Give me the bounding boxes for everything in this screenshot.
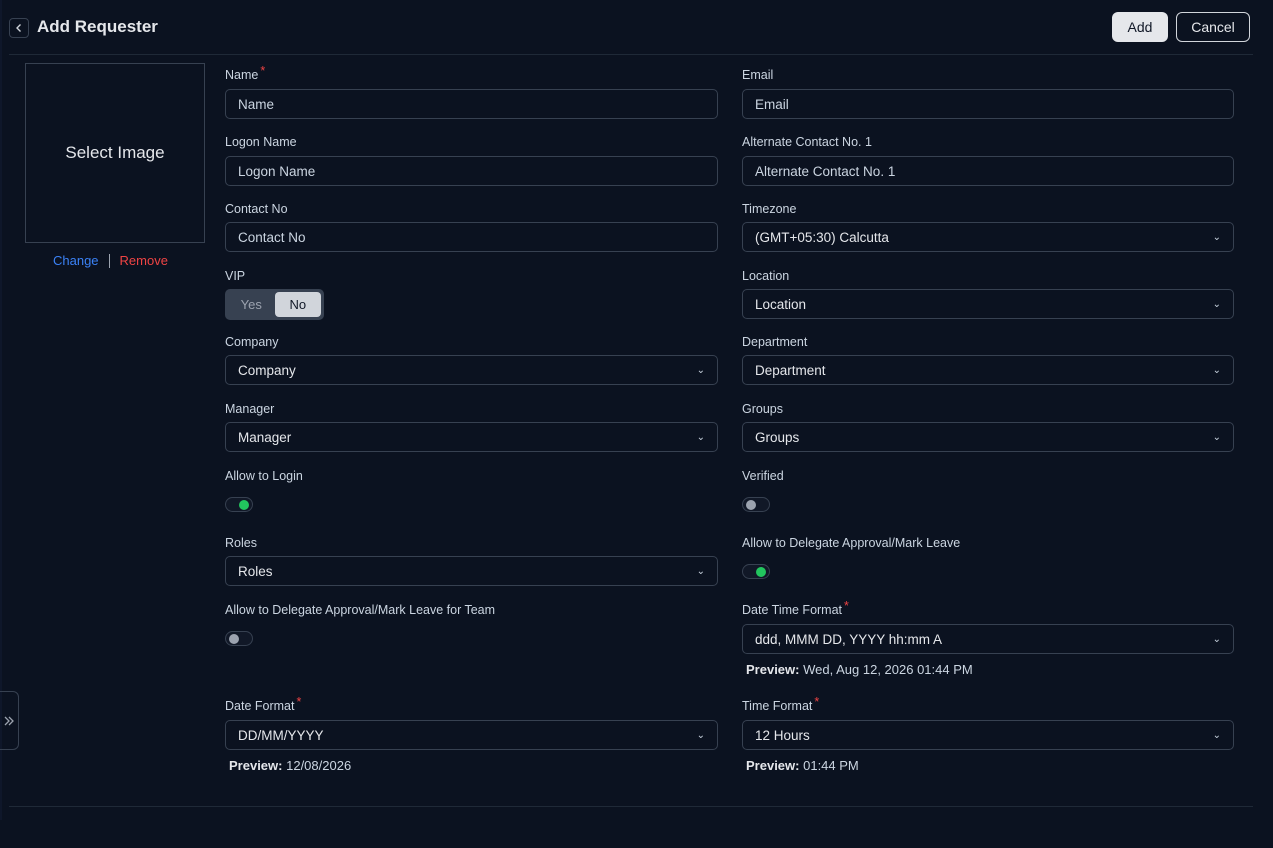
toggle-knob xyxy=(756,567,766,577)
roles-label: Roles xyxy=(225,536,257,550)
datetime-format-label: Date Time Format * xyxy=(742,599,849,617)
date-format-label: Date Format * xyxy=(225,695,302,713)
sidebar-expand-button[interactable] xyxy=(0,691,19,750)
chevron-left-icon xyxy=(16,24,21,32)
chevron-down-icon: ⌄ xyxy=(1212,298,1221,310)
image-actions: Change Remove xyxy=(53,253,168,268)
chevron-down-icon: ⌄ xyxy=(1212,633,1221,645)
delegate-team-label: Allow to Delegate Approval/Mark Leave fo… xyxy=(225,603,496,617)
contact-no-label: Contact No xyxy=(225,202,288,216)
timezone-select[interactable]: (GMT+05:30) Calcutta ⌄ xyxy=(742,222,1234,252)
required-mark: * xyxy=(844,599,849,613)
manager-value: Manager xyxy=(238,429,292,445)
toggle-knob xyxy=(229,634,239,644)
required-mark: * xyxy=(296,695,302,709)
delegate-label: Allow to Delegate Approval/Mark Leave xyxy=(742,536,961,550)
link-separator xyxy=(108,253,110,268)
required-mark: * xyxy=(814,695,820,709)
remove-image-link[interactable]: Remove xyxy=(120,253,168,268)
delegate-toggle[interactable] xyxy=(742,564,770,579)
date-format-select[interactable]: DD/MM/YYYY ⌄ xyxy=(225,720,718,750)
manager-label: Manager xyxy=(225,402,275,416)
select-image-box[interactable]: Select Image xyxy=(25,63,205,243)
logon-name-input[interactable] xyxy=(225,156,718,186)
add-button[interactable]: Add xyxy=(1112,12,1168,42)
footer-divider xyxy=(9,806,1253,807)
department-value: Department xyxy=(755,362,826,378)
groups-label: Groups xyxy=(742,402,783,416)
chevron-down-icon: ⌄ xyxy=(696,431,705,443)
vip-no-option[interactable]: No xyxy=(274,292,321,317)
datetime-format-select[interactable]: ddd, MMM DD, YYYY hh:mm A ⌄ xyxy=(742,624,1234,654)
manager-select[interactable]: Manager ⌄ xyxy=(225,422,718,452)
allow-login-label: Allow to Login xyxy=(225,469,303,483)
toggle-knob xyxy=(239,500,249,510)
change-image-link[interactable]: Change xyxy=(53,253,99,268)
cancel-button[interactable]: Cancel xyxy=(1176,12,1250,42)
roles-select[interactable]: Roles ⌄ xyxy=(225,556,718,586)
verified-toggle[interactable] xyxy=(742,497,770,512)
chevron-down-icon: ⌄ xyxy=(696,364,705,376)
email-input[interactable] xyxy=(742,89,1234,119)
contact-no-input[interactable] xyxy=(225,222,718,252)
chevron-down-icon: ⌄ xyxy=(1212,431,1221,443)
logon-name-label: Logon Name xyxy=(225,135,297,149)
chevron-down-icon: ⌄ xyxy=(696,565,705,577)
delegate-team-toggle[interactable] xyxy=(225,631,253,646)
datetime-format-value: ddd, MMM DD, YYYY hh:mm A xyxy=(755,631,943,647)
select-image-label: Select Image xyxy=(65,143,165,162)
roles-value: Roles xyxy=(238,563,273,579)
alt-contact-input[interactable] xyxy=(742,156,1234,186)
department-label: Department xyxy=(742,335,808,349)
groups-select[interactable]: Groups ⌄ xyxy=(742,422,1234,452)
location-select[interactable]: Location ⌄ xyxy=(742,289,1234,319)
timezone-value: (GMT+05:30) Calcutta xyxy=(755,229,889,245)
alt-contact-label: Alternate Contact No. 1 xyxy=(742,135,872,149)
chevron-down-icon: ⌄ xyxy=(1212,364,1221,376)
time-format-select[interactable]: 12 Hours ⌄ xyxy=(742,720,1234,750)
location-label: Location xyxy=(742,269,790,283)
time-format-value: 12 Hours xyxy=(755,727,810,743)
name-input[interactable] xyxy=(225,89,718,119)
vip-yes-option[interactable]: Yes xyxy=(228,292,275,317)
allow-login-toggle[interactable] xyxy=(225,497,253,512)
time-preview: Preview: 01:44 PM xyxy=(746,758,859,773)
page-title: Add Requester xyxy=(37,17,158,36)
double-chevron-right-icon xyxy=(4,716,14,725)
vip-toggle-group: Yes No xyxy=(225,289,324,320)
name-label: Name * xyxy=(225,64,266,82)
toggle-knob xyxy=(746,500,756,510)
timezone-label: Timezone xyxy=(742,202,797,216)
company-value: Company xyxy=(238,362,296,378)
chevron-down-icon: ⌄ xyxy=(1212,729,1221,741)
email-label: Email xyxy=(742,68,774,82)
verified-label: Verified xyxy=(742,469,784,483)
back-button[interactable] xyxy=(9,18,29,38)
department-select[interactable]: Department ⌄ xyxy=(742,355,1234,385)
vip-label: VIP xyxy=(225,269,246,283)
chevron-down-icon: ⌄ xyxy=(696,729,705,741)
location-value: Location xyxy=(755,296,807,312)
chevron-down-icon: ⌄ xyxy=(1212,231,1221,243)
date-preview: Preview: 12/08/2026 xyxy=(229,758,352,773)
groups-value: Groups xyxy=(755,429,800,445)
page-header: Add Requester Add Cancel xyxy=(0,0,1273,54)
date-format-value: DD/MM/YYYY xyxy=(238,727,324,743)
company-select[interactable]: Company ⌄ xyxy=(225,355,718,385)
time-format-label: Time Format * xyxy=(742,695,820,713)
required-mark: * xyxy=(260,64,266,78)
company-label: Company xyxy=(225,335,279,349)
header-divider xyxy=(9,54,1253,55)
datetime-preview: Preview: Wed, Aug 12, 2026 01:44 PM xyxy=(746,662,973,677)
